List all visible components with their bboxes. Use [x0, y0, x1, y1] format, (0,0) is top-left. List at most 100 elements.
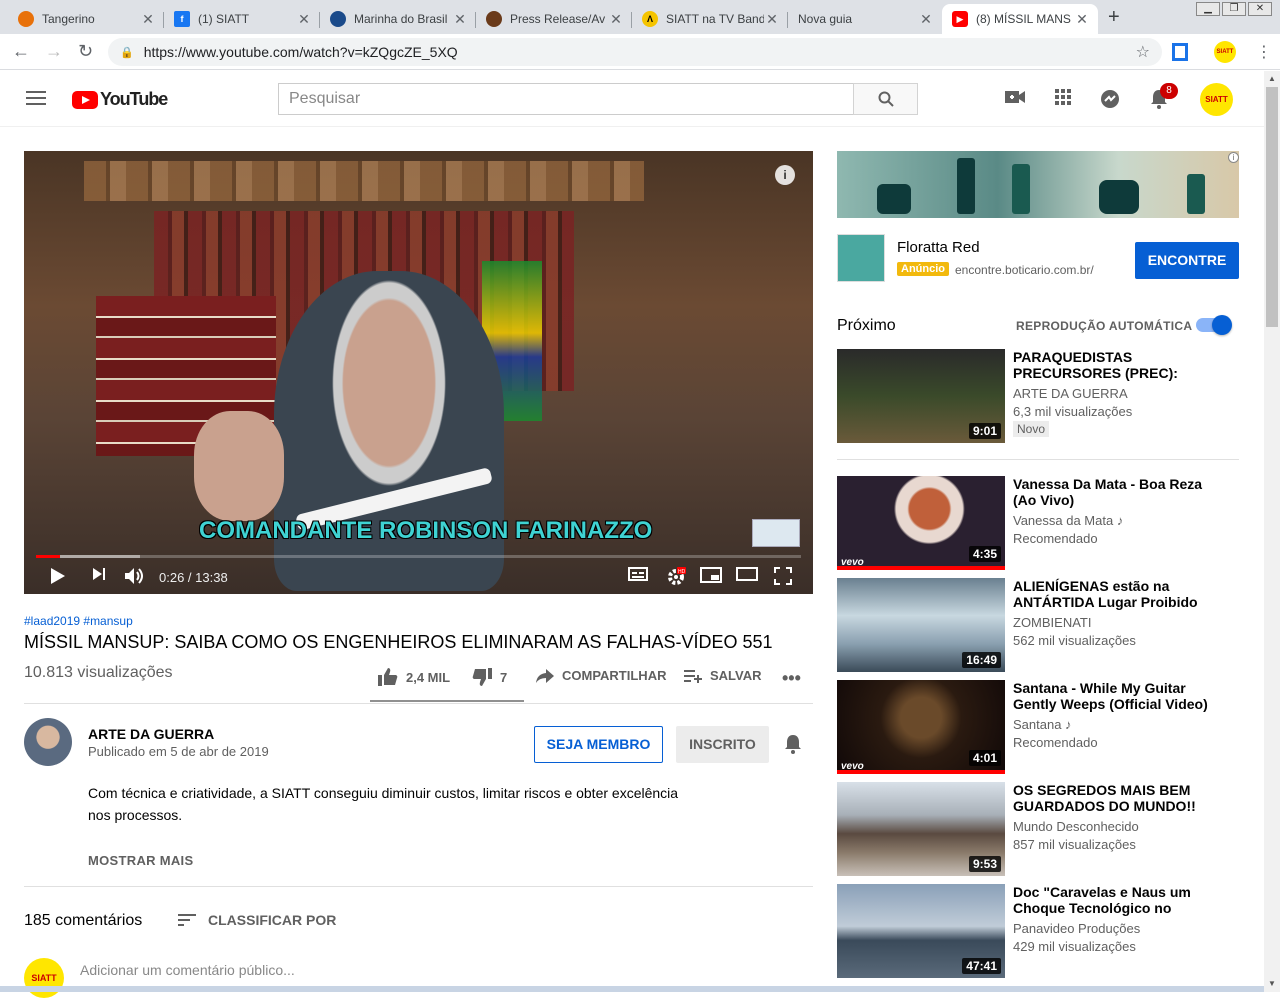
- new-tab-button[interactable]: +: [1108, 6, 1120, 29]
- account-avatar[interactable]: SIATT: [1200, 83, 1233, 116]
- close-icon[interactable]: ✕: [764, 11, 780, 28]
- scrollbar-thumb[interactable]: [1266, 87, 1278, 327]
- watched-progress-bar: [837, 566, 1005, 570]
- autoplay-toggle[interactable]: [1196, 315, 1232, 335]
- info-icon[interactable]: i: [775, 165, 795, 185]
- recommended-video[interactable]: 16:49 ALIENÍGENAS estão na ANTÁRTIDA Lug…: [837, 578, 1239, 672]
- miniplayer-icon[interactable]: [700, 567, 722, 588]
- video-thumbnail[interactable]: 47:41: [837, 884, 1005, 978]
- browser-tab[interactable]: Press Release/Av ✕: [476, 4, 632, 34]
- notification-bell-icon[interactable]: [784, 734, 802, 759]
- ad-banner-image[interactable]: [837, 151, 1239, 218]
- close-icon[interactable]: ✕: [452, 11, 468, 28]
- search-button[interactable]: [853, 83, 918, 115]
- back-arrow-icon[interactable]: ←: [12, 41, 30, 62]
- next-icon[interactable]: [92, 567, 106, 586]
- rec-title[interactable]: Vanessa Da Mata - Boa Reza (Ao Vivo): [1013, 476, 1223, 508]
- ad-title[interactable]: Floratta Red: [897, 239, 980, 256]
- close-icon[interactable]: ✕: [918, 11, 934, 28]
- apps-grid-icon[interactable]: [1055, 89, 1071, 110]
- channel-watermark[interactable]: [752, 519, 800, 547]
- like-button[interactable]: 2,4 MIL: [378, 668, 450, 686]
- youtube-logo[interactable]: YouTube: [72, 89, 168, 110]
- video-thumbnail[interactable]: vevo 4:01: [837, 680, 1005, 774]
- video-thumbnail[interactable]: 9:01: [837, 349, 1005, 443]
- comment-input[interactable]: Adicionar um comentário público...: [80, 962, 295, 978]
- settings-gear-icon[interactable]: HD: [666, 567, 686, 592]
- page-scrollbar[interactable]: ▲ ▼: [1264, 71, 1280, 992]
- volume-icon[interactable]: [124, 567, 146, 590]
- fullscreen-icon[interactable]: [774, 567, 792, 590]
- chrome-menu-icon[interactable]: ⋮: [1256, 42, 1272, 62]
- recommended-video[interactable]: vevo 4:01 Santana - While My Guitar Gent…: [837, 680, 1239, 774]
- channel-name[interactable]: ARTE DA GUERRA: [88, 726, 214, 742]
- browser-tab-active[interactable]: ▶ (8) MÍSSIL MANS ✕: [942, 4, 1098, 34]
- browser-tab[interactable]: f (1) SIATT ✕: [164, 4, 320, 34]
- recommended-video[interactable]: 9:53 OS SEGREDOS MAIS BEM GUARDADOS DO M…: [837, 782, 1239, 876]
- messages-icon[interactable]: [1100, 89, 1120, 114]
- share-button[interactable]: COMPARTILHAR: [536, 668, 666, 683]
- duration-badge: 16:49: [962, 652, 1001, 668]
- scroll-up-arrow-icon[interactable]: ▲: [1264, 71, 1280, 87]
- band-icon: Λ: [642, 11, 658, 27]
- progress-bar[interactable]: [36, 555, 801, 558]
- close-icon[interactable]: ✕: [1074, 11, 1090, 28]
- close-window-button[interactable]: ✕: [1248, 2, 1272, 16]
- comment-count: 185 comentários: [24, 912, 143, 929]
- scroll-down-arrow-icon[interactable]: ▼: [1264, 976, 1280, 992]
- brand-text: YouTube: [100, 89, 168, 109]
- channel-avatar[interactable]: [24, 718, 72, 766]
- tab-label: (1) SIATT: [198, 12, 250, 26]
- ad-cta-button[interactable]: ENCONTRE: [1135, 242, 1239, 279]
- rec-title[interactable]: PARAQUEDISTAS PRECURSORES (PREC): QUEM…: [1013, 349, 1223, 381]
- subtitles-icon[interactable]: [628, 567, 648, 586]
- maximize-button[interactable]: ❐: [1222, 2, 1246, 16]
- duration-badge: 9:01: [968, 423, 1001, 439]
- show-more-button[interactable]: MOSTRAR MAIS: [88, 853, 193, 868]
- tab-label: Marinha do Brasil: [354, 12, 448, 26]
- url-field[interactable]: 🔒 https://www.youtube.com/watch?v=kZQgcZ…: [108, 38, 1162, 66]
- menu-icon[interactable]: [26, 91, 46, 109]
- forward-arrow-icon[interactable]: →: [45, 41, 63, 62]
- video-player[interactable]: COMANDANTE ROBINSON FARINAZZO i 0:26 / 1…: [24, 151, 813, 594]
- like-ratio-bar: [370, 700, 524, 702]
- minimize-button[interactable]: ▁: [1196, 2, 1220, 16]
- browser-tab[interactable]: Tangerino ✕: [8, 4, 164, 34]
- more-actions-icon[interactable]: •••: [782, 668, 801, 689]
- video-thumbnail[interactable]: 16:49: [837, 578, 1005, 672]
- hashtags[interactable]: #laad2019 #mansup: [24, 614, 133, 628]
- browser-tab[interactable]: Nova guia ✕: [788, 4, 942, 34]
- save-button[interactable]: SALVAR: [684, 668, 762, 683]
- theater-mode-icon[interactable]: [736, 567, 758, 586]
- recommended-video[interactable]: 47:41 Doc "Caravelas e Naus um Choque Te…: [837, 884, 1239, 978]
- recommended-video[interactable]: vevo 4:35 Vanessa Da Mata - Boa Reza (Ao…: [837, 476, 1239, 570]
- video-thumbnail[interactable]: 9:53: [837, 782, 1005, 876]
- reload-icon[interactable]: ↻: [78, 41, 93, 62]
- close-icon[interactable]: ✕: [608, 11, 624, 28]
- dislike-button[interactable]: 7: [472, 668, 507, 686]
- new-badge: Novo: [1013, 421, 1050, 437]
- autoplay-label: REPRODUÇÃO AUTOMÁTICA: [1016, 319, 1193, 333]
- rec-title[interactable]: ALIENÍGENAS estão na ANTÁRTIDA Lugar Pro…: [1013, 578, 1223, 610]
- join-button[interactable]: SEJA MEMBRO: [534, 726, 663, 763]
- recommended-video[interactable]: 9:01 PARAQUEDISTAS PRECURSORES (PREC): Q…: [837, 349, 1239, 443]
- close-icon[interactable]: ✕: [140, 11, 156, 28]
- rec-title[interactable]: Doc "Caravelas e Naus um Choque Tecnológ…: [1013, 884, 1223, 916]
- close-icon[interactable]: ✕: [296, 11, 312, 28]
- ad-product-thumbnail[interactable]: [837, 234, 885, 282]
- video-thumbnail[interactable]: vevo 4:35: [837, 476, 1005, 570]
- profile-avatar[interactable]: SIATT: [1214, 41, 1236, 63]
- sort-comments-button[interactable]: CLASSIFICAR POR: [178, 912, 336, 928]
- rec-views: Recomendado: [1013, 531, 1098, 546]
- play-icon[interactable]: [50, 567, 66, 590]
- create-video-icon[interactable]: [1005, 89, 1025, 110]
- bookmark-extension-icon[interactable]: [1172, 43, 1188, 61]
- search-input[interactable]: Pesquisar: [278, 83, 854, 115]
- bookmark-star-icon[interactable]: ☆: [1136, 42, 1150, 62]
- ad-info-icon[interactable]: i: [1228, 152, 1239, 163]
- browser-tab[interactable]: Marinha do Brasil ✕: [320, 4, 476, 34]
- subscribe-button[interactable]: INSCRITO: [676, 726, 769, 763]
- rec-title[interactable]: Santana - While My Guitar Gently Weeps (…: [1013, 680, 1223, 712]
- rec-title[interactable]: OS SEGREDOS MAIS BEM GUARDADOS DO MUNDO!…: [1013, 782, 1223, 814]
- browser-tab[interactable]: Λ SIATT na TV Band ✕: [632, 4, 788, 34]
